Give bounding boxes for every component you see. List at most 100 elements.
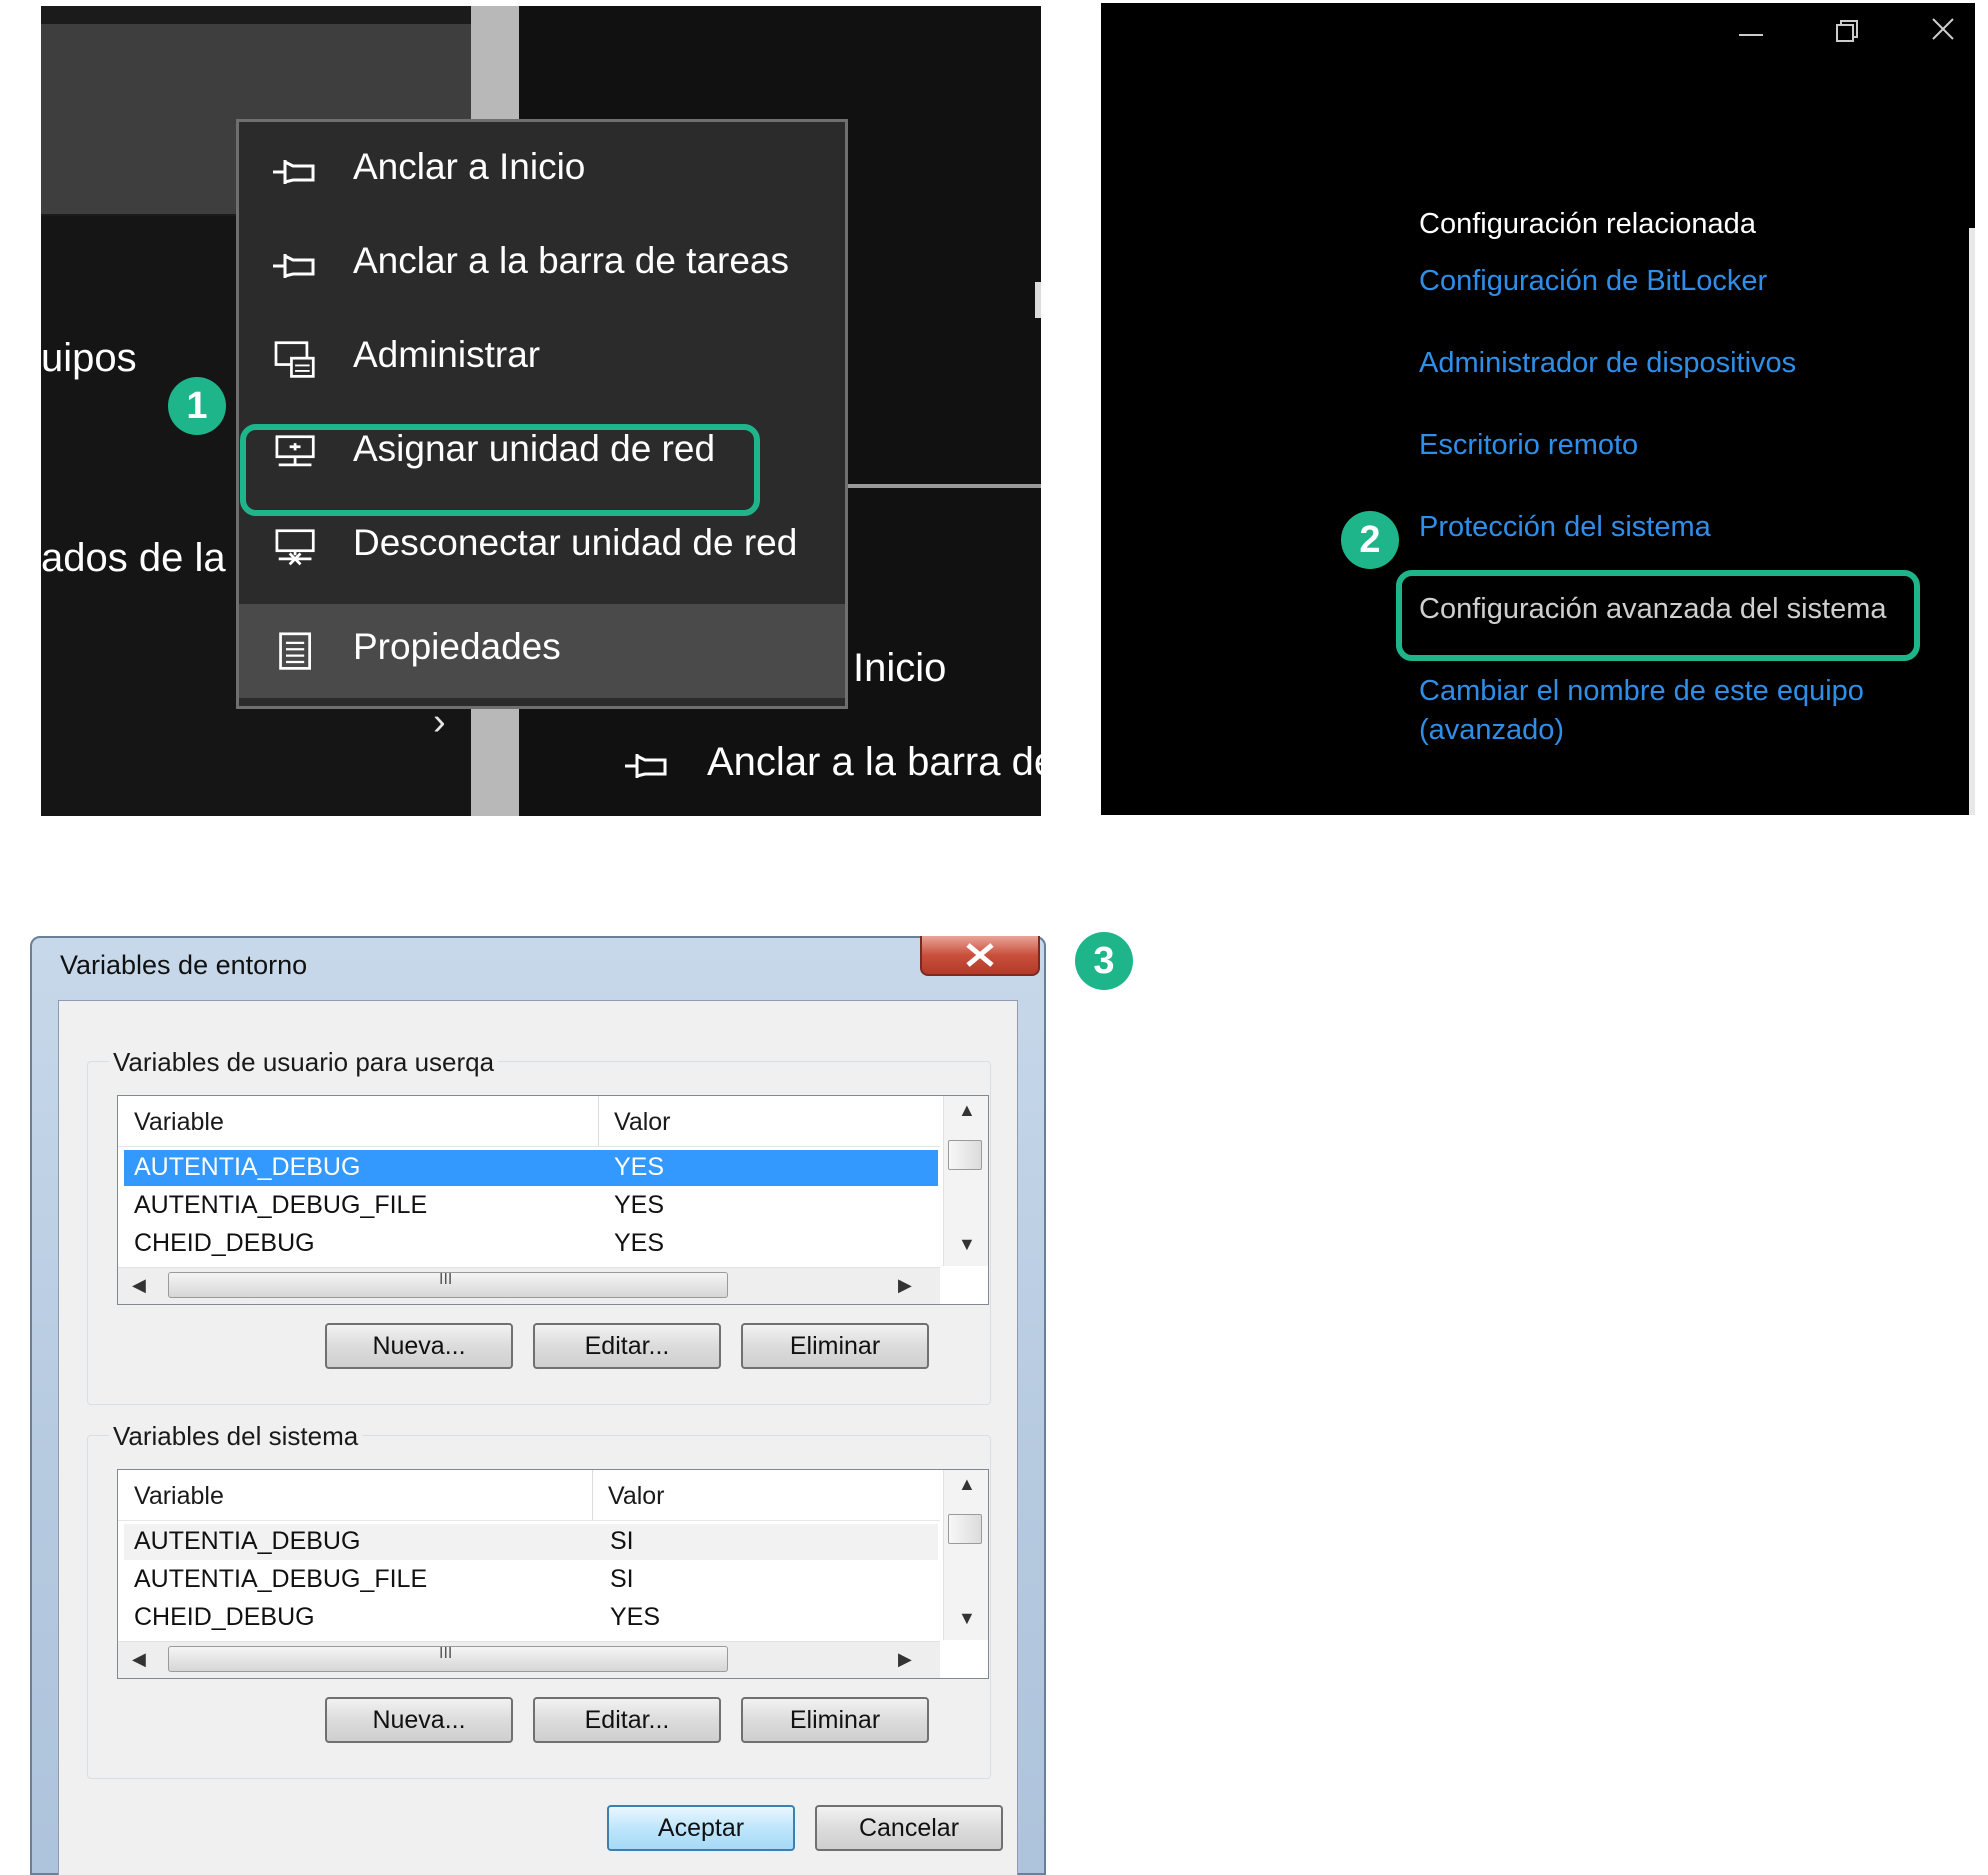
horizontal-scrollbar[interactable]: ◀ III ▶	[118, 1641, 940, 1678]
vertical-scrollbar[interactable]: ▲ ▼	[943, 1470, 988, 1640]
table-row[interactable]: AUTENTIA_DEBUG_FILE YES	[124, 1188, 938, 1224]
menu-item-label: Propiedades	[353, 626, 561, 667]
environment-variables-dialog: Variables de entorno Variables de usuari…	[30, 936, 1046, 1875]
disconnect-network-drive-icon	[275, 529, 315, 566]
scroll-thumb[interactable]	[948, 1140, 982, 1170]
scroll-grip: III	[439, 1271, 453, 1288]
link-bitlocker[interactable]: Configuración de BitLocker	[1419, 265, 1767, 298]
dialog-body: Variables de usuario para userqa Variabl…	[58, 1000, 1018, 1875]
computer-management-icon	[274, 341, 315, 378]
panel-edge	[1969, 228, 1975, 815]
cell-valor: YES	[614, 1229, 665, 1257]
vertical-scrollbar[interactable]: ▲ ▼	[943, 1096, 988, 1266]
settings-screenshot: Configuración relacionada Configuración …	[1101, 3, 1975, 815]
cell-valor: YES	[614, 1191, 665, 1219]
ok-button[interactable]: Aceptar	[607, 1805, 795, 1851]
cell-valor: SI	[610, 1565, 634, 1593]
scroll-left-arrow-icon[interactable]: ◀	[132, 1275, 146, 1296]
cell-variable: CHEID_DEBUG	[134, 1603, 315, 1631]
user-variables-label: Variables de usuario para userqa	[109, 1047, 499, 1078]
column-separator	[592, 1470, 593, 1520]
table-row[interactable]: AUTENTIA_DEBUG SI	[124, 1524, 938, 1560]
context-menu-screenshot: uipos ados de la Inicio › Anclar a la ba…	[41, 6, 1041, 816]
cell-valor: YES	[614, 1153, 665, 1181]
menu-item-label: Anclar a Inicio	[353, 146, 586, 187]
cell-variable: AUTENTIA_DEBUG_FILE	[134, 1565, 428, 1593]
scroll-right-arrow-icon[interactable]: ▶	[898, 1649, 912, 1670]
system-variables-list[interactable]: Variable Valor AUTENTIA_DEBUG SI AUTENTI…	[117, 1469, 989, 1679]
link-rename-pc-advanced[interactable]: (avanzado)	[1419, 714, 1564, 747]
system-new-button[interactable]: Nueva...	[325, 1697, 513, 1743]
step-badge: 2	[1341, 511, 1399, 569]
column-header-variable[interactable]: Variable	[134, 1108, 224, 1137]
user-new-button[interactable]: Nueva...	[325, 1323, 513, 1369]
scroll-left-arrow-icon[interactable]: ◀	[132, 1649, 146, 1670]
pin-icon	[273, 254, 315, 278]
highlight-box	[240, 424, 760, 516]
cell-valor: SI	[610, 1527, 634, 1555]
menu-item-administrar[interactable]: Administrar	[239, 312, 845, 406]
system-variables-label: Variables del sistema	[109, 1421, 363, 1452]
background-text-anclar: Anclar a la barra de	[707, 740, 1041, 784]
menu-item-propiedades[interactable]: Propiedades	[239, 604, 845, 698]
scroll-down-arrow-icon[interactable]: ▼	[958, 1608, 976, 1629]
menu-item-anclar-barra[interactable]: Anclar a la barra de tareas	[239, 218, 845, 312]
list-header: Variable Valor	[118, 1096, 940, 1147]
cell-variable: AUTENTIA_DEBUG	[134, 1527, 361, 1555]
menu-item-anclar-inicio[interactable]: Anclar a Inicio	[239, 124, 845, 218]
scroll-grip: III	[439, 1645, 453, 1662]
link-device-manager[interactable]: Administrador de dispositivos	[1419, 347, 1796, 380]
list-header: Variable Valor	[118, 1470, 940, 1521]
context-menu: Anclar a Inicio Anclar a la barra de tar…	[236, 119, 848, 709]
background-text-dispositivos: ados de la	[41, 536, 226, 580]
scroll-up-arrow-icon[interactable]: ▲	[958, 1474, 976, 1495]
background-edge-mark	[1035, 282, 1041, 318]
close-icon	[966, 943, 994, 967]
cell-variable: CHEID_DEBUG	[134, 1229, 315, 1257]
dialog-title: Variables de entorno	[60, 950, 308, 980]
pin-icon	[273, 160, 315, 184]
background-line	[841, 484, 1041, 488]
column-header-valor[interactable]: Valor	[608, 1482, 665, 1511]
menu-item-label: Anclar a la barra de tareas	[353, 240, 790, 281]
column-separator	[598, 1096, 599, 1146]
table-row[interactable]: AUTENTIA_DEBUG_FILE SI	[124, 1562, 938, 1598]
cell-variable: AUTENTIA_DEBUG_FILE	[134, 1191, 428, 1219]
horizontal-scrollbar[interactable]: ◀ III ▶	[118, 1267, 940, 1304]
close-icon[interactable]	[1913, 11, 1973, 51]
pin-icon	[625, 754, 667, 778]
scroll-thumb[interactable]: III	[168, 1645, 728, 1672]
scroll-thumb[interactable]: III	[168, 1271, 728, 1298]
properties-icon	[279, 632, 311, 670]
table-row[interactable]: CHEID_DEBUG YES	[124, 1600, 938, 1636]
scroll-down-arrow-icon[interactable]: ▼	[958, 1234, 976, 1255]
cancel-button[interactable]: Cancelar	[815, 1805, 1003, 1851]
related-settings-title: Configuración relacionada	[1419, 208, 1756, 240]
column-header-valor[interactable]: Valor	[614, 1108, 671, 1137]
table-row[interactable]: AUTENTIA_DEBUG YES	[124, 1150, 938, 1186]
user-edit-button[interactable]: Editar...	[533, 1323, 721, 1369]
link-rename-pc[interactable]: Cambiar el nombre de este equipo	[1419, 675, 1864, 708]
cell-valor: YES	[610, 1603, 661, 1631]
menu-item-label: Administrar	[353, 334, 541, 375]
user-delete-button[interactable]: Eliminar	[741, 1323, 929, 1369]
scroll-up-arrow-icon[interactable]: ▲	[958, 1100, 976, 1121]
minimize-icon[interactable]	[1721, 11, 1781, 51]
column-header-variable[interactable]: Variable	[134, 1482, 224, 1511]
cell-variable: AUTENTIA_DEBUG	[134, 1153, 361, 1181]
scroll-thumb[interactable]	[948, 1514, 982, 1544]
step-badge: 3	[1075, 932, 1133, 990]
background-text-inicio: Inicio	[853, 646, 947, 690]
restore-icon[interactable]	[1817, 11, 1877, 51]
link-remote-desktop[interactable]: Escritorio remoto	[1419, 429, 1638, 462]
menu-item-label: Desconectar unidad de red	[353, 522, 798, 563]
step-badge: 1	[168, 377, 226, 435]
system-delete-button[interactable]: Eliminar	[741, 1697, 929, 1743]
dialog-close-button[interactable]	[920, 936, 1040, 976]
table-row[interactable]: CHEID_DEBUG YES	[124, 1226, 938, 1262]
system-edit-button[interactable]: Editar...	[533, 1697, 721, 1743]
background-text-equipos: uipos	[41, 336, 137, 380]
scroll-right-arrow-icon[interactable]: ▶	[898, 1275, 912, 1296]
user-variables-list[interactable]: Variable Valor AUTENTIA_DEBUG YES AUTENT…	[117, 1095, 989, 1305]
link-system-protection[interactable]: Protección del sistema	[1419, 511, 1711, 544]
